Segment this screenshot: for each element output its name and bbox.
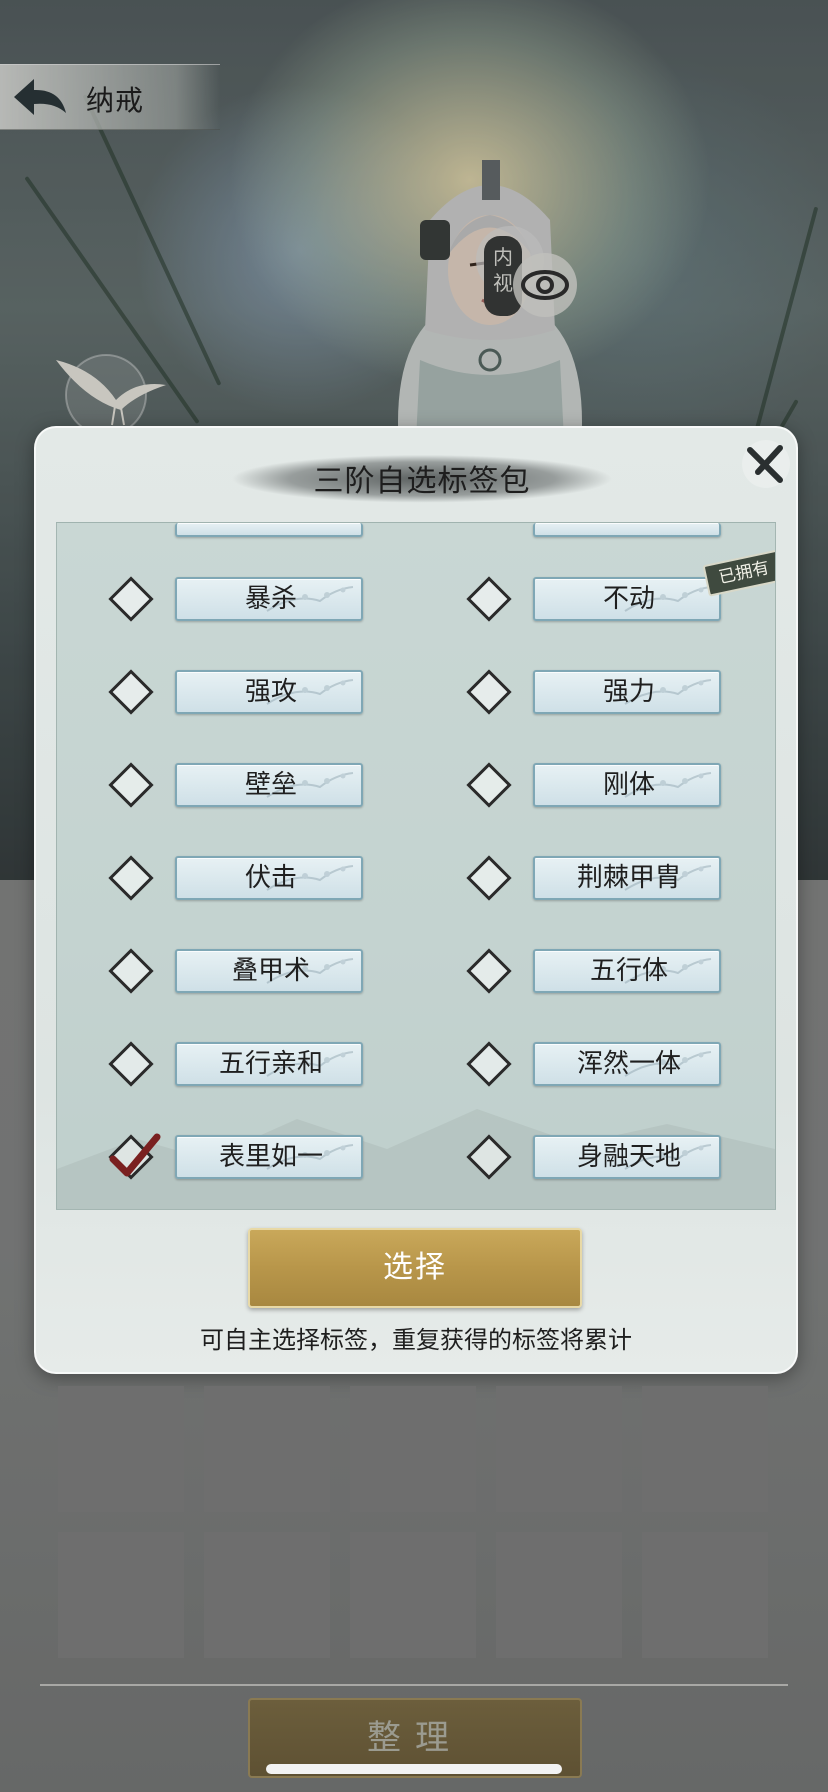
tag-button[interactable]: 浑然一体 bbox=[533, 1042, 721, 1086]
tag-button[interactable]: 五行体 bbox=[533, 949, 721, 993]
list-row: 叠甲术 五行体 bbox=[57, 943, 775, 1003]
home-indicator bbox=[266, 1764, 562, 1774]
tag-button[interactable]: 强攻 bbox=[175, 670, 363, 714]
tag-button[interactable]: 荆棘甲胄 bbox=[533, 856, 721, 900]
inventory-slot[interactable] bbox=[642, 1532, 768, 1658]
tag-option: 不动 已拥有 bbox=[415, 549, 775, 631]
tag-option: 伏击 bbox=[57, 850, 397, 910]
tag-option: 荆棘甲胄 bbox=[415, 850, 755, 910]
tag-checkbox[interactable] bbox=[466, 948, 512, 994]
tag-checkbox[interactable] bbox=[108, 1134, 154, 1180]
tag-checkbox[interactable] bbox=[108, 948, 154, 994]
inventory-slot[interactable] bbox=[642, 1386, 768, 1512]
inventory-slot[interactable] bbox=[58, 1532, 184, 1658]
tag-option: 身融天地 bbox=[415, 1129, 755, 1189]
inventory-slot[interactable] bbox=[204, 1532, 330, 1658]
inventory-slot[interactable] bbox=[204, 1386, 330, 1512]
tag-button-partial[interactable] bbox=[175, 523, 363, 537]
tag-checkbox[interactable] bbox=[108, 669, 154, 715]
tag-option: 壁垒 bbox=[57, 757, 397, 817]
tag-checkbox[interactable] bbox=[466, 669, 512, 715]
inventory-slot[interactable] bbox=[350, 1386, 476, 1512]
dialog-title-bar: 三阶自选标签包 bbox=[232, 448, 612, 504]
select-button[interactable]: 选择 bbox=[248, 1228, 582, 1308]
list-row: 五行亲和 浑然一体 bbox=[57, 1036, 775, 1096]
tag-label: 五行亲和 bbox=[218, 1049, 323, 1079]
tag-label: 叠甲术 bbox=[231, 956, 310, 986]
tag-label: 强力 bbox=[602, 677, 655, 707]
tag-checkbox[interactable] bbox=[466, 576, 512, 622]
tag-option: 强攻 bbox=[57, 664, 397, 724]
inventory-slot[interactable] bbox=[496, 1386, 622, 1512]
inventory-slot[interactable] bbox=[496, 1532, 622, 1658]
divider bbox=[40, 1684, 788, 1686]
tag-label: 身融天地 bbox=[576, 1142, 681, 1172]
tag-option: 五行体 bbox=[415, 943, 755, 1003]
inventory-slot[interactable] bbox=[58, 1386, 184, 1512]
tag-checkbox[interactable] bbox=[108, 576, 154, 622]
dialog-title: 三阶自选标签包 bbox=[313, 464, 531, 499]
tag-option: 五行亲和 bbox=[57, 1036, 397, 1096]
tag-label: 不动 bbox=[602, 584, 655, 614]
tag-button[interactable]: 伏击 bbox=[175, 856, 363, 900]
list-row: 伏击 荆棘甲胄 bbox=[57, 850, 775, 910]
tag-button[interactable]: 不动 bbox=[533, 577, 721, 621]
tag-label: 五行体 bbox=[589, 956, 668, 986]
tag-label: 暴杀 bbox=[244, 584, 297, 614]
tag-checkbox[interactable] bbox=[108, 762, 154, 808]
tag-button[interactable]: 强力 bbox=[533, 670, 721, 714]
close-icon[interactable] bbox=[740, 438, 792, 490]
list-row: 壁垒 刚体 bbox=[57, 757, 775, 817]
tag-label: 伏击 bbox=[244, 863, 297, 893]
tag-button[interactable]: 表里如一 bbox=[175, 1135, 363, 1179]
tag-button-partial[interactable] bbox=[533, 523, 721, 537]
select-button-label: 选择 bbox=[383, 1250, 447, 1285]
tag-checkbox[interactable] bbox=[466, 1134, 512, 1180]
tag-option: 浑然一体 bbox=[415, 1036, 755, 1096]
list-row: 表里如一 身融天地 bbox=[57, 1129, 775, 1189]
list-row: 暴杀 不动 已拥有 bbox=[57, 549, 775, 631]
hint-text: 可自主选择标签，重复获得的标签将累计 bbox=[200, 1326, 632, 1354]
tag-label: 表里如一 bbox=[218, 1142, 323, 1172]
tag-button[interactable]: 壁垒 bbox=[175, 763, 363, 807]
tag-button[interactable]: 刚体 bbox=[533, 763, 721, 807]
tag-label: 刚体 bbox=[602, 770, 655, 800]
tag-checkbox[interactable] bbox=[466, 762, 512, 808]
tag-button[interactable]: 五行亲和 bbox=[175, 1042, 363, 1086]
tag-checkbox[interactable] bbox=[466, 1041, 512, 1087]
tag-button[interactable]: 暴杀 bbox=[175, 577, 363, 621]
tag-label: 壁垒 bbox=[244, 770, 297, 800]
tag-option: 刚体 bbox=[415, 757, 755, 817]
tag-list[interactable]: 暴杀 不动 已拥有强攻 强力壁垒 刚体伏击 荆棘甲胄叠甲术 五行体五行亲和 浑然一体表里如一 身… bbox=[56, 522, 776, 1210]
tag-label: 浑然一体 bbox=[576, 1049, 681, 1079]
tag-pack-dialog: 三阶自选标签包 暴杀 不动 已拥有强攻 强力壁垒 刚体伏击 荆棘甲胄叠甲术 五行体五行亲和 浑… bbox=[34, 426, 798, 1374]
tag-label: 荆棘甲胄 bbox=[576, 863, 681, 893]
tag-option: 叠甲术 bbox=[57, 943, 397, 1003]
tag-checkbox[interactable] bbox=[108, 1041, 154, 1087]
tag-label: 强攻 bbox=[244, 677, 297, 707]
tag-option: 表里如一 bbox=[57, 1129, 397, 1189]
tag-button[interactable]: 叠甲术 bbox=[175, 949, 363, 993]
tag-checkbox[interactable] bbox=[466, 855, 512, 901]
list-row: 强攻 强力 bbox=[57, 664, 775, 724]
tag-checkbox[interactable] bbox=[108, 855, 154, 901]
inventory-slot[interactable] bbox=[350, 1532, 476, 1658]
tag-option: 强力 bbox=[415, 664, 755, 724]
tag-button[interactable]: 身融天地 bbox=[533, 1135, 721, 1179]
tag-option: 暴杀 bbox=[57, 571, 397, 631]
